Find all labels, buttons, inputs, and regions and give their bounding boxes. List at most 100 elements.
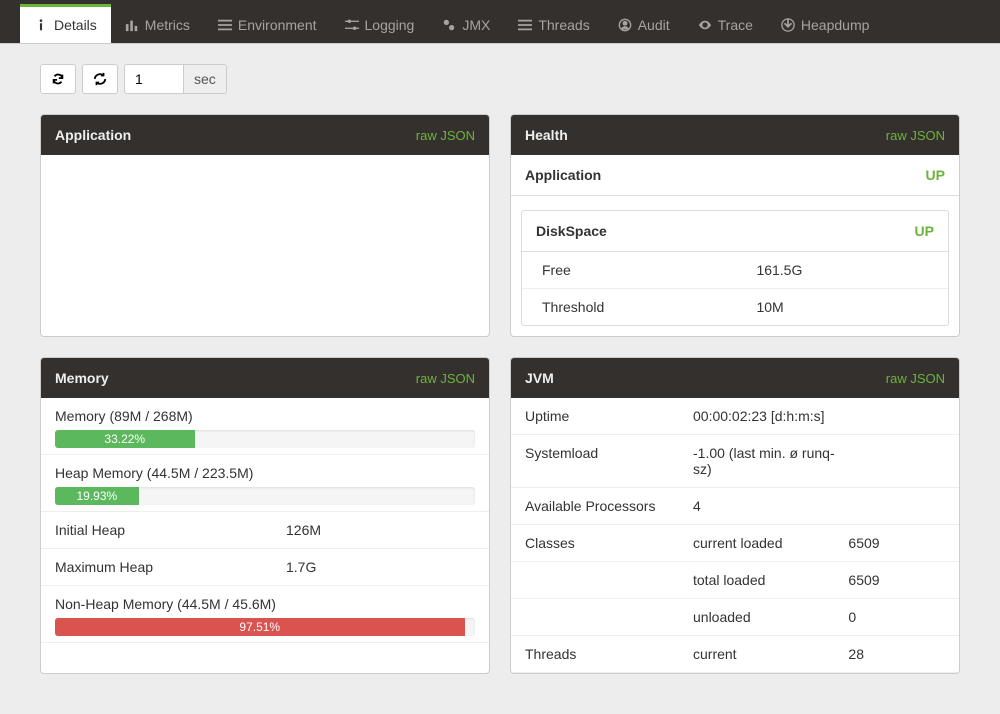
jvm-panel: JVM raw JSON Uptime 00:00:02:23 [d:h:m:s… — [510, 357, 960, 674]
label: Threads — [525, 646, 693, 662]
raw-json-link[interactable]: raw JSON — [886, 128, 945, 143]
health-app-label: Application — [525, 167, 601, 183]
refresh-icon — [51, 72, 65, 86]
gears-icon — [442, 18, 456, 32]
label: Systemload — [525, 445, 693, 461]
status-badge: UP — [915, 223, 934, 239]
tab-label: Metrics — [145, 17, 190, 33]
info-icon — [34, 18, 48, 32]
tab-label: JMX — [462, 17, 490, 33]
health-panel: Health raw JSON Application UP DiskSpace… — [510, 114, 960, 337]
tab-label: Threads — [538, 17, 589, 33]
label: Memory (89M / 268M) — [55, 408, 475, 424]
row-1: Application raw JSON Health raw JSON App… — [40, 114, 960, 337]
interval-input-group: sec — [124, 64, 227, 94]
label: Initial Heap — [55, 522, 286, 538]
jvm-classes-0: Classes current loaded 6509 — [511, 525, 959, 562]
status-badge: UP — [926, 167, 945, 183]
list-icon — [218, 18, 232, 32]
health-diskspace: DiskSpace UP Free 161.5G Threshold 10M — [521, 210, 949, 326]
memory-initial-heap: Initial Heap 126M — [41, 512, 489, 549]
tab-metrics[interactable]: Metrics — [111, 4, 204, 43]
tab-environment[interactable]: Environment — [204, 4, 331, 43]
sublabel: unloaded — [693, 609, 848, 625]
panel-header: Application raw JSON — [41, 115, 489, 155]
progress: 97.51% — [55, 618, 475, 636]
tab-label: Audit — [638, 17, 670, 33]
interval-input[interactable] — [124, 64, 184, 94]
jvm-body: Uptime 00:00:02:23 [d:h:m:s] Systemload … — [511, 398, 959, 673]
value: 10M — [756, 299, 928, 315]
row-2: Memory raw JSON Memory (89M / 268M) 33.2… — [40, 357, 960, 674]
label: Heap Memory (44.5M / 223.5M) — [55, 465, 475, 481]
label: Uptime — [525, 408, 693, 424]
eye-icon — [698, 18, 712, 32]
health-application-row: Application UP — [511, 155, 959, 196]
interval-unit: sec — [184, 64, 227, 94]
health-body: Application UP DiskSpace UP Free 161.5G … — [511, 155, 959, 326]
value: -1.00 (last min. ø runq-sz) — [693, 445, 848, 477]
value: 6509 — [848, 535, 945, 551]
label: Available Processors — [525, 498, 693, 514]
refresh-button[interactable] — [40, 64, 76, 94]
tab-audit[interactable]: Audit — [604, 4, 684, 43]
progress-bar: 33.22% — [55, 430, 195, 448]
tab-jmx[interactable]: JMX — [428, 4, 504, 43]
value: 0 — [848, 609, 945, 625]
jvm-classes-1: total loaded 6509 — [511, 562, 959, 599]
value: 4 — [693, 498, 848, 514]
download-icon — [781, 18, 795, 32]
sliders-icon — [345, 18, 359, 32]
bar-chart-icon — [125, 18, 139, 32]
value: 28 — [848, 646, 945, 662]
tab-label: Trace — [718, 17, 753, 33]
raw-json-link[interactable]: raw JSON — [416, 371, 475, 386]
sublabel: current — [693, 646, 848, 662]
tab-label: Heapdump — [801, 17, 870, 33]
list-icon — [518, 18, 532, 32]
tab-logging[interactable]: Logging — [331, 4, 429, 43]
label: Free — [542, 262, 756, 278]
memory-max-heap: Maximum Heap 1.7G — [41, 549, 489, 586]
cycle-icon — [93, 72, 107, 86]
value: 126M — [286, 522, 475, 538]
tab-label: Environment — [238, 17, 317, 33]
progress-bar: 97.51% — [55, 618, 465, 636]
memory-nonheap: Non-Heap Memory (44.5M / 45.6M) 97.51% — [41, 586, 489, 643]
diskspace-threshold: Threshold 10M — [522, 289, 948, 325]
value: 6509 — [848, 572, 945, 588]
label: Non-Heap Memory (44.5M / 45.6M) — [55, 596, 475, 612]
memory-heap: Heap Memory (44.5M / 223.5M) 19.93% — [41, 455, 489, 512]
sublabel: current loaded — [693, 535, 848, 551]
panel-title: Application — [55, 127, 131, 143]
panel-header: JVM raw JSON — [511, 358, 959, 398]
label: Classes — [525, 535, 693, 551]
panel-title: Health — [525, 127, 568, 143]
tab-heapdump[interactable]: Heapdump — [767, 4, 884, 43]
tab-threads[interactable]: Threads — [504, 4, 603, 43]
tab-details[interactable]: Details — [20, 4, 111, 43]
auto-refresh-button[interactable] — [82, 64, 118, 94]
content: sec Application raw JSON Health raw JSON… — [0, 44, 1000, 714]
memory-total: Memory (89M / 268M) 33.22% — [41, 398, 489, 455]
tab-label: Logging — [365, 17, 415, 33]
tabs: Details Metrics Environment Logging JMX … — [0, 4, 1000, 44]
progress: 19.93% — [55, 487, 475, 505]
application-panel: Application raw JSON — [40, 114, 490, 337]
panel-header: Memory raw JSON — [41, 358, 489, 398]
diskspace-free: Free 161.5G — [522, 252, 948, 289]
jvm-uptime: Uptime 00:00:02:23 [d:h:m:s] — [511, 398, 959, 435]
raw-json-link[interactable]: raw JSON — [886, 371, 945, 386]
jvm-classes-2: unloaded 0 — [511, 599, 959, 636]
label: Maximum Heap — [55, 559, 286, 575]
panel-title: JVM — [525, 370, 554, 386]
jvm-processors: Available Processors 4 — [511, 488, 959, 525]
application-body — [41, 155, 489, 315]
raw-json-link[interactable]: raw JSON — [416, 128, 475, 143]
jvm-threads: Threads current 28 — [511, 636, 959, 673]
panel-header: Health raw JSON — [511, 115, 959, 155]
diskspace-header: DiskSpace UP — [522, 211, 948, 252]
memory-body: Memory (89M / 268M) 33.22% Heap Memory (… — [41, 398, 489, 643]
tab-trace[interactable]: Trace — [684, 4, 767, 43]
jvm-systemload: Systemload -1.00 (last min. ø runq-sz) — [511, 435, 959, 488]
